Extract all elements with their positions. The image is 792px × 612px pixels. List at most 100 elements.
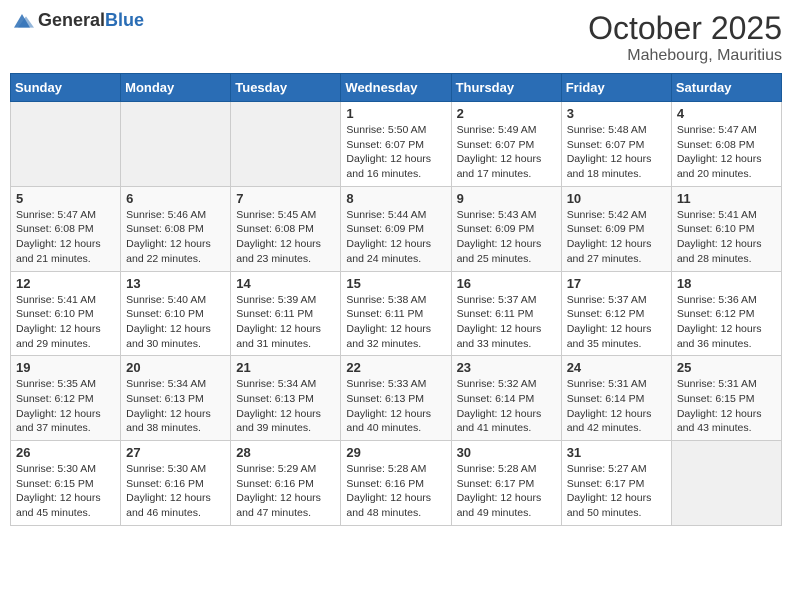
- table-row: 31 Sunrise: 5:27 AM Sunset: 6:17 PM Dayli…: [561, 441, 671, 526]
- day-number: 4: [677, 106, 776, 121]
- table-row: 30 Sunrise: 5:28 AM Sunset: 6:17 PM Dayli…: [451, 441, 561, 526]
- day-info: Sunrise: 5:46 AM Sunset: 6:08 PM Dayligh…: [126, 208, 225, 267]
- table-row: 19 Sunrise: 5:35 AM Sunset: 6:12 PM Dayli…: [11, 356, 121, 441]
- table-row: 15Sunrise: 5:38 AM Sunset: 6:11 PM Dayli…: [341, 271, 451, 356]
- day-info: Sunrise: 5:37 AM Sunset: 6:11 PM Dayligh…: [457, 293, 556, 352]
- day-info: Sunrise: 5:31 AM Sunset: 6:14 PM Dayligh…: [567, 377, 666, 436]
- day-info: Sunrise: 5:50 AM Sunset: 6:07 PM Dayligh…: [346, 123, 445, 182]
- day-info: Sunrise: 5:28 AM Sunset: 6:17 PM Dayligh…: [457, 462, 556, 521]
- day-info: Sunrise: 5:30 AM Sunset: 6:15 PM Dayligh…: [16, 462, 115, 521]
- day-number: 8: [346, 191, 445, 206]
- table-row: 22Sunrise: 5:33 AM Sunset: 6:13 PM Dayli…: [341, 356, 451, 441]
- week-row-4: 19 Sunrise: 5:35 AM Sunset: 6:12 PM Dayli…: [11, 356, 782, 441]
- table-row: 26 Sunrise: 5:30 AM Sunset: 6:15 PM Dayli…: [11, 441, 121, 526]
- weekday-header-row: Sunday Monday Tuesday Wednesday Thursday…: [11, 74, 782, 102]
- day-info: Sunrise: 5:49 AM Sunset: 6:07 PM Dayligh…: [457, 123, 556, 182]
- week-row-3: 12 Sunrise: 5:41 AM Sunset: 6:10 PM Dayli…: [11, 271, 782, 356]
- day-number: 13: [126, 276, 225, 291]
- month-title: October 2025: [588, 10, 782, 47]
- week-row-2: 5Sunrise: 5:47 AM Sunset: 6:08 PM Daylig…: [11, 186, 782, 271]
- day-info: Sunrise: 5:41 AM Sunset: 6:10 PM Dayligh…: [16, 293, 115, 352]
- week-row-5: 26 Sunrise: 5:30 AM Sunset: 6:15 PM Dayli…: [11, 441, 782, 526]
- calendar-table: Sunday Monday Tuesday Wednesday Thursday…: [10, 73, 782, 526]
- day-number: 14: [236, 276, 335, 291]
- day-info: Sunrise: 5:45 AM Sunset: 6:08 PM Dayligh…: [236, 208, 335, 267]
- day-info: Sunrise: 5:48 AM Sunset: 6:07 PM Dayligh…: [567, 123, 666, 182]
- day-info: Sunrise: 5:36 AM Sunset: 6:12 PM Dayligh…: [677, 293, 776, 352]
- day-info: Sunrise: 5:37 AM Sunset: 6:12 PM Dayligh…: [567, 293, 666, 352]
- day-info: Sunrise: 5:28 AM Sunset: 6:16 PM Dayligh…: [346, 462, 445, 521]
- title-block: October 2025 Mahebourg, Mauritius: [588, 10, 782, 65]
- table-row: 13 Sunrise: 5:40 AM Sunset: 6:10 PM Dayli…: [121, 271, 231, 356]
- header-wednesday: Wednesday: [341, 74, 451, 102]
- table-row: 14 Sunrise: 5:39 AM Sunset: 6:11 PM Dayli…: [231, 271, 341, 356]
- day-number: 25: [677, 360, 776, 375]
- day-number: 26: [16, 445, 115, 460]
- logo-general: General: [38, 11, 105, 29]
- day-info: Sunrise: 5:27 AM Sunset: 6:17 PM Dayligh…: [567, 462, 666, 521]
- table-row: 18 Sunrise: 5:36 AM Sunset: 6:12 PM Dayli…: [671, 271, 781, 356]
- day-number: 27: [126, 445, 225, 460]
- day-number: 10: [567, 191, 666, 206]
- table-row: [11, 102, 121, 187]
- table-row: 7 Sunrise: 5:45 AM Sunset: 6:08 PM Daylig…: [231, 186, 341, 271]
- header-sunday: Sunday: [11, 74, 121, 102]
- day-number: 3: [567, 106, 666, 121]
- table-row: [671, 441, 781, 526]
- table-row: 3 Sunrise: 5:48 AM Sunset: 6:07 PM Daylig…: [561, 102, 671, 187]
- day-number: 29: [346, 445, 445, 460]
- day-info: Sunrise: 5:41 AM Sunset: 6:10 PM Dayligh…: [677, 208, 776, 267]
- table-row: 29 Sunrise: 5:28 AM Sunset: 6:16 PM Dayli…: [341, 441, 451, 526]
- table-row: 21 Sunrise: 5:34 AM Sunset: 6:13 PM Dayli…: [231, 356, 341, 441]
- day-number: 5: [16, 191, 115, 206]
- table-row: [121, 102, 231, 187]
- day-info: Sunrise: 5:42 AM Sunset: 6:09 PM Dayligh…: [567, 208, 666, 267]
- day-number: 18: [677, 276, 776, 291]
- day-number: 2: [457, 106, 556, 121]
- day-number: 30: [457, 445, 556, 460]
- header-saturday: Saturday: [671, 74, 781, 102]
- day-number: 1: [346, 106, 445, 121]
- day-info: Sunrise: 5:34 AM Sunset: 6:13 PM Dayligh…: [236, 377, 335, 436]
- day-number: 21: [236, 360, 335, 375]
- table-row: 2 Sunrise: 5:49 AM Sunset: 6:07 PM Daylig…: [451, 102, 561, 187]
- logo-icon: [10, 10, 34, 30]
- logo-blue: Blue: [105, 11, 144, 29]
- day-number: 15: [346, 276, 445, 291]
- day-number: 19: [16, 360, 115, 375]
- table-row: 23Sunrise: 5:32 AM Sunset: 6:14 PM Dayli…: [451, 356, 561, 441]
- day-number: 31: [567, 445, 666, 460]
- day-info: Sunrise: 5:31 AM Sunset: 6:15 PM Dayligh…: [677, 377, 776, 436]
- header-thursday: Thursday: [451, 74, 561, 102]
- table-row: 6 Sunrise: 5:46 AM Sunset: 6:08 PM Daylig…: [121, 186, 231, 271]
- day-number: 6: [126, 191, 225, 206]
- day-number: 20: [126, 360, 225, 375]
- logo-text: General Blue: [38, 11, 144, 29]
- day-info: Sunrise: 5:30 AM Sunset: 6:16 PM Dayligh…: [126, 462, 225, 521]
- table-row: 9Sunrise: 5:43 AM Sunset: 6:09 PM Daylig…: [451, 186, 561, 271]
- table-row: 17Sunrise: 5:37 AM Sunset: 6:12 PM Dayli…: [561, 271, 671, 356]
- page-container: General Blue October 2025 Mahebourg, Mau…: [10, 10, 782, 526]
- table-row: 24Sunrise: 5:31 AM Sunset: 6:14 PM Dayli…: [561, 356, 671, 441]
- day-info: Sunrise: 5:33 AM Sunset: 6:13 PM Dayligh…: [346, 377, 445, 436]
- day-info: Sunrise: 5:40 AM Sunset: 6:10 PM Dayligh…: [126, 293, 225, 352]
- day-number: 12: [16, 276, 115, 291]
- day-info: Sunrise: 5:35 AM Sunset: 6:12 PM Dayligh…: [16, 377, 115, 436]
- location-title: Mahebourg, Mauritius: [588, 47, 782, 65]
- table-row: 4 Sunrise: 5:47 AM Sunset: 6:08 PM Daylig…: [671, 102, 781, 187]
- day-number: 9: [457, 191, 556, 206]
- day-info: Sunrise: 5:39 AM Sunset: 6:11 PM Dayligh…: [236, 293, 335, 352]
- day-info: Sunrise: 5:47 AM Sunset: 6:08 PM Dayligh…: [677, 123, 776, 182]
- table-row: 27 Sunrise: 5:30 AM Sunset: 6:16 PM Dayli…: [121, 441, 231, 526]
- header-monday: Monday: [121, 74, 231, 102]
- day-info: Sunrise: 5:44 AM Sunset: 6:09 PM Dayligh…: [346, 208, 445, 267]
- table-row: 28Sunrise: 5:29 AM Sunset: 6:16 PM Dayli…: [231, 441, 341, 526]
- table-row: 20Sunrise: 5:34 AM Sunset: 6:13 PM Dayli…: [121, 356, 231, 441]
- page-header: General Blue October 2025 Mahebourg, Mau…: [10, 10, 782, 65]
- day-number: 11: [677, 191, 776, 206]
- week-row-1: 1 Sunrise: 5:50 AM Sunset: 6:07 PM Daylig…: [11, 102, 782, 187]
- day-number: 7: [236, 191, 335, 206]
- header-tuesday: Tuesday: [231, 74, 341, 102]
- table-row: 1 Sunrise: 5:50 AM Sunset: 6:07 PM Daylig…: [341, 102, 451, 187]
- table-row: 8 Sunrise: 5:44 AM Sunset: 6:09 PM Daylig…: [341, 186, 451, 271]
